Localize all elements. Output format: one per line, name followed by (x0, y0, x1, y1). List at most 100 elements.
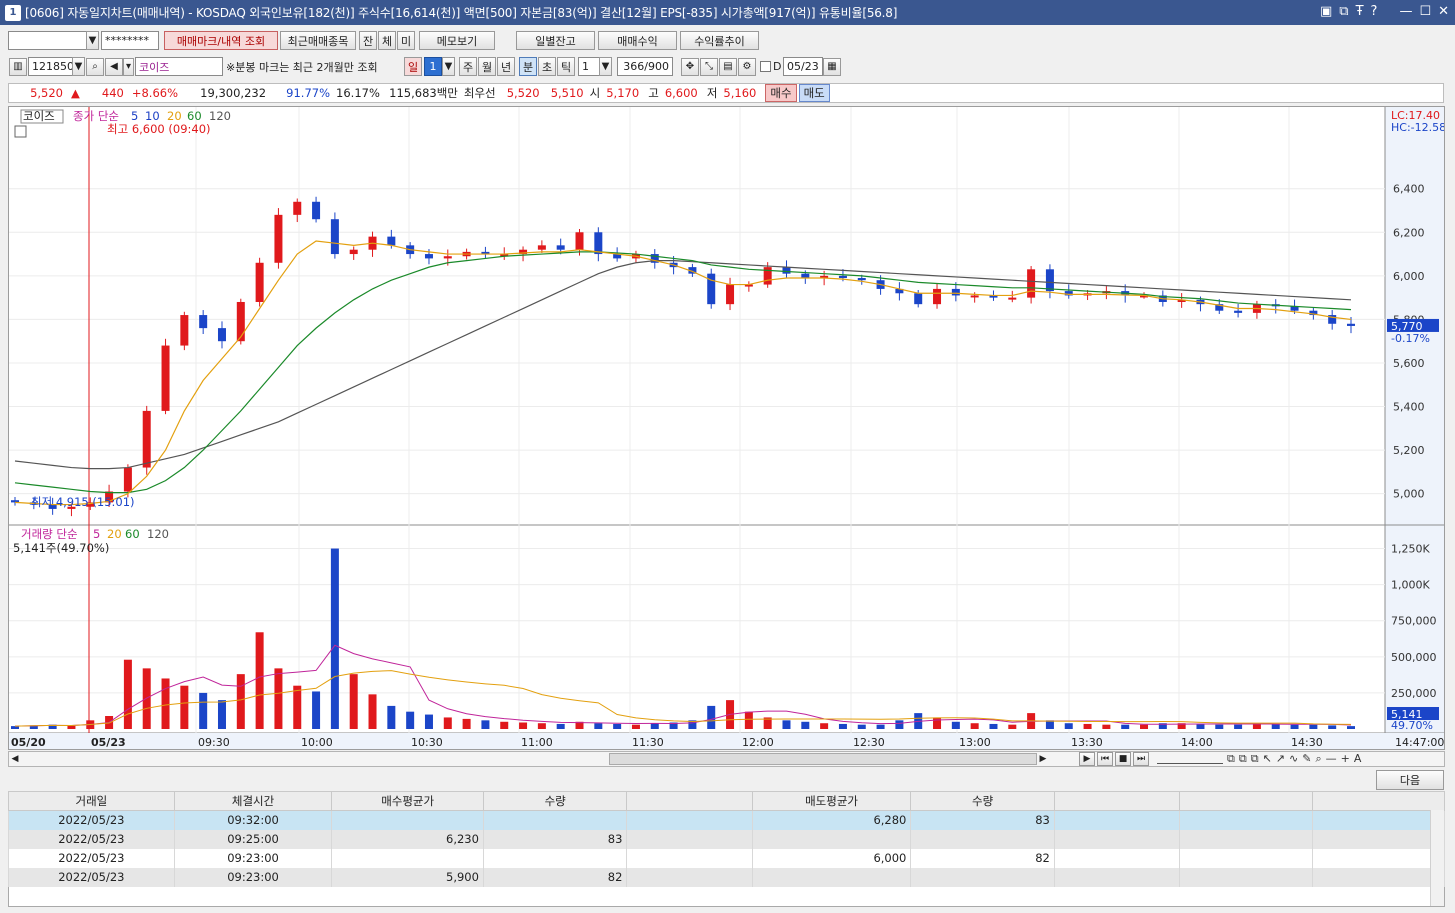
stock-code-input[interactable]: 121850 (28, 57, 73, 76)
tab-daily[interactable]: 일 (404, 57, 422, 76)
candle-body (424, 254, 433, 259)
volume-bar (1234, 724, 1243, 729)
buy-button[interactable]: 매수 (765, 84, 797, 102)
scroll-left-icon[interactable]: ◀ (9, 754, 21, 764)
save-icon[interactable]: ▤ (719, 57, 737, 76)
account-input[interactable] (8, 31, 88, 50)
table-row[interactable]: 2022/05/23 09:25:00 6,230 83 (8, 829, 1446, 849)
header-buy-qty[interactable]: 수량 (482, 791, 628, 811)
pen-icon[interactable]: ✎ (1302, 752, 1311, 766)
minimize-icon[interactable]: — (1399, 4, 1412, 19)
play-icon[interactable]: ▶ (1079, 752, 1095, 766)
zoom-slider[interactable] (1157, 754, 1223, 764)
search-icon[interactable]: ⌕ (86, 57, 104, 76)
trend-line-icon[interactable]: ↗ (1276, 752, 1285, 766)
text-icon[interactable]: A (1354, 752, 1362, 766)
trade-profit-button[interactable]: 매매수익 (598, 31, 677, 50)
tab-second[interactable]: 초 (538, 57, 556, 76)
calendar-icon[interactable]: ▦ (823, 57, 841, 76)
interval-dropdown-icon[interactable]: ▼ (599, 57, 612, 76)
volume-bar (424, 714, 433, 729)
header-buy-avg[interactable]: 매수평균가 (331, 791, 484, 811)
gear-icon[interactable]: ⚙ (738, 57, 756, 76)
duplicate-icon[interactable]: ⧉ (1239, 752, 1247, 766)
chart-area[interactable]: 6,4006,2006,0005,8005,6005,4005,2005,000… (8, 106, 1445, 750)
sell-button[interactable]: 매도 (798, 84, 830, 102)
daily-balance-button[interactable]: 일별잔고 (516, 31, 595, 50)
filled-button[interactable]: 체 (378, 31, 396, 50)
window-badge[interactable]: 1 (5, 4, 21, 21)
volume-bar (876, 724, 885, 729)
speaker-icon[interactable]: ◀ (105, 57, 123, 76)
tab-minute[interactable]: 분 (519, 57, 537, 76)
balance-button[interactable]: 잔 (359, 31, 377, 50)
rewind-icon[interactable]: ⏮ (1097, 752, 1113, 766)
tab-monthly[interactable]: 월 (478, 57, 496, 76)
header-exec-time[interactable]: 체결시간 (173, 791, 333, 811)
chart-menu-icon[interactable]: ▥ (9, 57, 27, 76)
table-cell (1311, 829, 1446, 849)
header-blank-1 (626, 791, 753, 811)
period-dropdown-icon[interactable]: ▼ (442, 57, 455, 76)
trade-mark-query-button[interactable]: 매매마크/내역 조회 (164, 31, 278, 50)
pin-icon[interactable]: Ŧ (1356, 4, 1364, 19)
account-dropdown-icon[interactable]: ▼ (86, 31, 99, 50)
split-icon[interactable]: ⧉ (1251, 752, 1259, 766)
maximize-icon[interactable]: ☐ (1419, 4, 1431, 19)
window-icon[interactable]: ⧉ (1339, 4, 1348, 19)
crosshair-icon[interactable]: ✥ (681, 57, 699, 76)
interval-input[interactable]: 1 (578, 57, 600, 76)
scroll-right-icon[interactable]: ▶ (1037, 754, 1049, 764)
draw-line-icon[interactable]: ↖ (1263, 752, 1272, 766)
low-label: 저 (706, 86, 718, 100)
layout-icon[interactable]: ▣ (1320, 4, 1332, 19)
table-row[interactable]: 2022/05/23 09:23:00 5,900 82 (8, 867, 1446, 887)
wave-icon[interactable]: ∿ (1289, 752, 1298, 766)
price-tick-label: 6,200 (1393, 226, 1425, 239)
volume-bar (744, 711, 753, 729)
next-button[interactable]: 다음 (1376, 770, 1444, 790)
header-sell-avg[interactable]: 매도평균가 (751, 791, 912, 811)
header-trade-date[interactable]: 거래일 (8, 791, 175, 811)
grid-vertical-scrollbar[interactable] (1430, 810, 1444, 906)
tab-yearly[interactable]: 년 (497, 57, 515, 76)
up-arrow-icon: ▲ (71, 86, 80, 100)
tab-tick[interactable]: 틱 (557, 57, 575, 76)
stock-name-field[interactable]: 코이즈 (135, 57, 223, 76)
table-cell (1179, 848, 1313, 868)
unfilled-button[interactable]: 미 (397, 31, 415, 50)
tab-weekly[interactable]: 주 (459, 57, 477, 76)
price-legend-item: 120 (209, 109, 231, 123)
return-trend-button[interactable]: 수익률추이 (680, 31, 759, 50)
close-icon[interactable]: ✕ (1438, 4, 1449, 19)
copy-icon[interactable]: ⧉ (1227, 752, 1235, 766)
period-value[interactable]: 1 (424, 57, 442, 76)
table-row[interactable]: 2022/05/23 09:32:00 6,280 83 (8, 810, 1446, 830)
help-icon[interactable]: ? (1371, 4, 1378, 19)
speaker-dropdown-icon[interactable]: ▾ (123, 57, 134, 76)
candle-body (1347, 323, 1355, 326)
scroll-thumb[interactable] (609, 753, 1037, 765)
memo-button[interactable]: 메모보기 (419, 31, 495, 50)
scale-icon[interactable]: ⤡ (700, 57, 718, 76)
table-cell: 09:25:00 (173, 829, 333, 849)
code-dropdown-icon[interactable]: ▼ (72, 57, 85, 76)
plus-icon[interactable]: + (1341, 752, 1350, 766)
zoom-icon[interactable]: ⌕ (1315, 752, 1321, 766)
chart-scrollbar[interactable]: ◀ ▶ ▶ ⏮ ■ ⏭ ⧉ ⧉ ⧉ ↖ ↗ ∿ ✎ ⌕ — + A (8, 751, 1445, 767)
stop-icon[interactable]: ■ (1115, 752, 1131, 766)
price-legend-item: 10 (145, 109, 160, 123)
price-volume-chart[interactable]: 6,4006,2006,0005,8005,6005,4005,2005,000… (9, 107, 1444, 749)
table-cell: 2022/05/23 (8, 867, 175, 887)
date-checkbox[interactable] (760, 61, 771, 72)
table-row[interactable]: 2022/05/23 09:23:00 6,000 82 (8, 848, 1446, 868)
table-cell (1053, 848, 1181, 868)
fast-forward-icon[interactable]: ⏭ (1133, 752, 1149, 766)
password-input[interactable]: ******** (101, 31, 159, 50)
date-input[interactable]: 05/23 (783, 57, 823, 76)
recent-trades-button[interactable]: 최근매매종목 (280, 31, 356, 50)
minus-icon[interactable]: — (1326, 752, 1337, 766)
count-input[interactable]: 366/900 (617, 57, 673, 76)
header-sell-qty[interactable]: 수량 (910, 791, 1055, 811)
volume-bar (1328, 725, 1337, 729)
